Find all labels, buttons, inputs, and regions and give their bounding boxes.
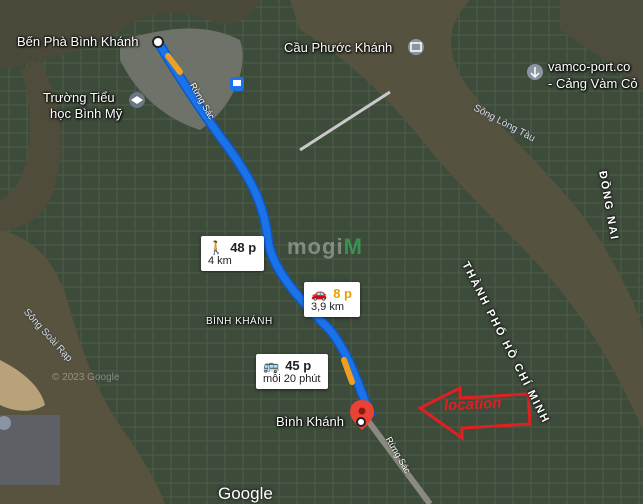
vamco-label-line2[interactable]: - Cảng Vàm Cỏ: [548, 76, 638, 91]
port-poi-icon: [527, 64, 543, 80]
walking-distance: 4 km: [208, 255, 232, 267]
google-logo: Google: [218, 484, 273, 503]
binh-khanh-area-label: BÌNH KHÁNH: [206, 316, 273, 327]
driving-duration: 8 p: [333, 286, 352, 301]
walking-duration: 48 p: [230, 240, 257, 255]
watermark-logo: M: [343, 234, 363, 259]
route-card-driving[interactable]: 🚗 8 p 3,9 km: [304, 282, 360, 317]
map-canvas[interactable]: Bến Phà Bình Khánh Cầu Phước Khánh Trườn…: [0, 0, 643, 504]
vamco-label-line1[interactable]: vamco-port.co: [548, 59, 630, 74]
school-label-line1[interactable]: Trường Tiểu: [43, 90, 115, 105]
route-card-walking[interactable]: 🚶 48 p 4 km: [201, 236, 265, 271]
driving-distance: 3,9 km: [311, 301, 345, 313]
binh-khanh-destination-label[interactable]: Bình Khánh: [276, 414, 344, 429]
bus-icon: 🚌: [263, 358, 280, 373]
transit-frequency: mỗi 20 phút: [263, 373, 321, 385]
car-icon: 🚗: [311, 286, 328, 301]
route-card-transit[interactable]: 🚌 45 p mỗi 20 phút: [256, 354, 329, 389]
cau-phuoc-khanh-label[interactable]: Cầu Phước Khánh: [284, 40, 392, 55]
origin-marker: [152, 36, 164, 48]
watermark-text: mogi: [287, 234, 344, 259]
school-poi-icon: [129, 92, 145, 108]
copyright: © 2023 Google: [52, 372, 120, 383]
walk-icon: 🚶: [208, 240, 225, 255]
watermark: mogiM: [287, 234, 363, 260]
school-label-line2[interactable]: học Bình Mỹ: [50, 106, 122, 121]
ben-pha-label[interactable]: Bến Phà Bình Khánh: [17, 34, 138, 49]
location-annotation: location: [443, 394, 502, 415]
transit-duration: 45 p: [285, 358, 312, 373]
bridge-poi-icon: [408, 39, 424, 55]
bus-stop-icon: [230, 77, 244, 91]
